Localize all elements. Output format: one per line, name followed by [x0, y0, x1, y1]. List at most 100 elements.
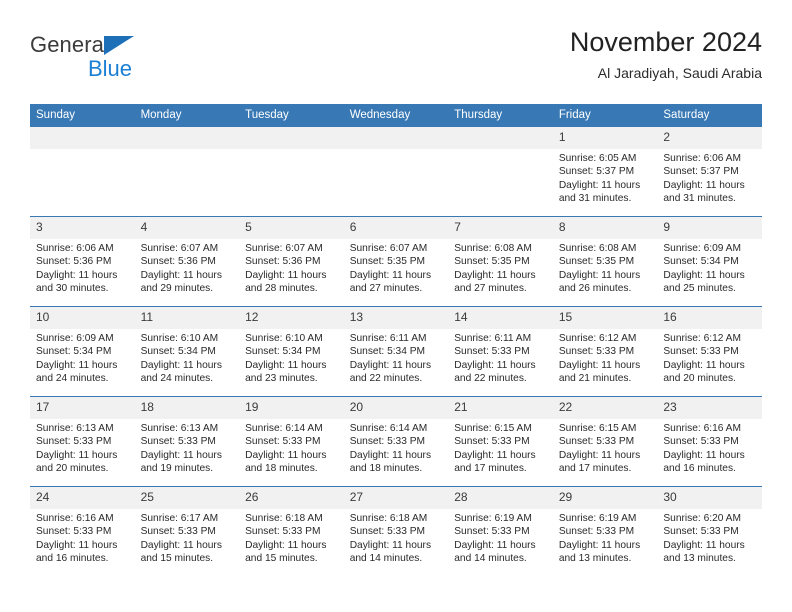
daylight-text-line2: and 30 minutes.: [36, 283, 109, 295]
day-number: 18: [134, 397, 240, 419]
calendar-body: 1 Sunrise: 6:05 AM Sunset: 5:37 PM Daylight…: [30, 127, 762, 576]
sunrise-text: Sunrise: 6:06 AM: [663, 153, 741, 164]
calendar-day-cell[interactable]: 21 Sunrise: 6:15 AM Sunset: 5:33 PM Dayligh…: [448, 396, 553, 487]
daylight-text-line1: Daylight: 11 hours: [349, 359, 432, 371]
sunrise-text: Sunrise: 6:05 AM: [558, 153, 637, 164]
calendar-day-cell[interactable]: 2 Sunrise: 6:06 AM Sunset: 5:37 PM Daylight…: [657, 127, 762, 217]
daylight-text-line2: and 24 minutes.: [140, 373, 214, 385]
day-number: 25: [134, 487, 240, 509]
weekday-header-saturday: Saturday: [657, 104, 762, 127]
sunset-text: Sunset: 5:36 PM: [245, 256, 321, 268]
daylight-text-line2: and 19 minutes.: [140, 463, 214, 475]
sunrise-text: Sunrise: 6:10 AM: [245, 333, 323, 344]
calendar-day-cell[interactable]: 6 Sunrise: 6:07 AM Sunset: 5:35 PM Daylight…: [343, 216, 449, 307]
calendar-day-cell[interactable]: 9 Sunrise: 6:09 AM Sunset: 5:34 PM Daylight…: [657, 216, 762, 307]
day-number: 22: [552, 397, 658, 419]
day-details: Sunrise: 6:11 AM Sunset: 5:34 PM Daylight:…: [344, 329, 449, 386]
day-details: Sunrise: 6:05 AM Sunset: 5:37 PM Daylight:…: [553, 149, 658, 206]
day-number: 8: [552, 217, 658, 239]
daylight-text-line1: Daylight: 11 hours: [663, 269, 745, 281]
day-details: Sunrise: 6:19 AM Sunset: 5:33 PM Daylight:…: [448, 509, 553, 566]
sunset-text: Sunset: 5:33 PM: [454, 436, 530, 448]
calendar-day-cell-empty: [30, 127, 135, 217]
day-number: 26: [239, 487, 344, 509]
calendar-day-cell[interactable]: 12 Sunrise: 6:10 AM Sunset: 5:34 PM Dayligh…: [239, 306, 344, 397]
calendar-day-cell[interactable]: 1 Sunrise: 6:05 AM Sunset: 5:37 PM Daylight…: [552, 127, 658, 217]
daylight-text-line2: and 20 minutes.: [36, 463, 109, 475]
daylight-text-line1: Daylight: 11 hours: [349, 539, 432, 551]
calendar-day-cell[interactable]: 7 Sunrise: 6:08 AM Sunset: 5:35 PM Daylight…: [448, 216, 553, 307]
calendar-day-cell[interactable]: 24 Sunrise: 6:16 AM Sunset: 5:33 PM Dayligh…: [30, 486, 135, 576]
day-details: Sunrise: 6:08 AM Sunset: 5:35 PM Daylight:…: [553, 239, 658, 296]
calendar-day-cell[interactable]: 3 Sunrise: 6:06 AM Sunset: 5:36 PM Daylight…: [30, 216, 135, 307]
logo-text-general: General: [30, 32, 250, 58]
calendar-week-row: 10 Sunrise: 6:09 AM Sunset: 5:34 PM Dayligh…: [30, 306, 762, 397]
calendar-day-cell[interactable]: 4 Sunrise: 6:07 AM Sunset: 5:36 PM Daylight…: [134, 216, 240, 307]
calendar-day-cell[interactable]: 16 Sunrise: 6:12 AM Sunset: 5:33 PM Dayligh…: [657, 306, 762, 397]
calendar-week-row: 17 Sunrise: 6:13 AM Sunset: 5:33 PM Dayligh…: [30, 396, 762, 487]
sunset-text: Sunset: 5:37 PM: [663, 166, 739, 178]
calendar-day-cell[interactable]: 14 Sunrise: 6:11 AM Sunset: 5:33 PM Dayligh…: [448, 306, 553, 397]
day-number: [448, 127, 553, 149]
sunrise-text: Sunrise: 6:08 AM: [558, 243, 637, 254]
calendar-day-cell[interactable]: 17 Sunrise: 6:13 AM Sunset: 5:33 PM Dayligh…: [30, 396, 135, 487]
day-number: 23: [657, 397, 762, 419]
daylight-text-line2: and 22 minutes.: [454, 373, 527, 385]
sunset-text: Sunset: 5:36 PM: [36, 256, 112, 268]
day-details: Sunrise: 6:07 AM Sunset: 5:35 PM Daylight:…: [344, 239, 449, 296]
day-details: Sunrise: 6:13 AM Sunset: 5:33 PM Daylight:…: [30, 419, 135, 476]
day-number: 24: [30, 487, 135, 509]
calendar-day-cell[interactable]: 19 Sunrise: 6:14 AM Sunset: 5:33 PM Dayligh…: [239, 396, 344, 487]
day-number: [343, 127, 449, 149]
sunset-text: Sunset: 5:34 PM: [245, 346, 321, 358]
calendar-day-cell[interactable]: 11 Sunrise: 6:10 AM Sunset: 5:34 PM Dayligh…: [134, 306, 240, 397]
calendar-day-cell-empty: [448, 127, 553, 217]
day-number: 1: [552, 127, 658, 149]
day-details: Sunrise: 6:19 AM Sunset: 5:33 PM Daylight:…: [553, 509, 658, 566]
triangle-icon: [104, 36, 134, 55]
calendar-day-cell[interactable]: 13 Sunrise: 6:11 AM Sunset: 5:34 PM Dayligh…: [343, 306, 449, 397]
general-blue-logo[interactable]: General Blue: [30, 32, 250, 82]
day-number: 29: [552, 487, 658, 509]
sunset-text: Sunset: 5:33 PM: [140, 526, 216, 538]
sunrise-text: Sunrise: 6:18 AM: [349, 513, 428, 524]
calendar-day-cell[interactable]: 22 Sunrise: 6:15 AM Sunset: 5:33 PM Dayligh…: [552, 396, 658, 487]
day-number: [239, 127, 344, 149]
calendar-day-cell[interactable]: 8 Sunrise: 6:08 AM Sunset: 5:35 PM Daylight…: [552, 216, 658, 307]
day-number: 28: [448, 487, 553, 509]
daylight-text-line2: and 24 minutes.: [36, 373, 109, 385]
calendar-day-cell[interactable]: 26 Sunrise: 6:18 AM Sunset: 5:33 PM Dayligh…: [239, 486, 344, 576]
day-number: 6: [343, 217, 449, 239]
sunset-text: Sunset: 5:33 PM: [36, 526, 112, 538]
calendar-day-cell[interactable]: 15 Sunrise: 6:12 AM Sunset: 5:33 PM Dayligh…: [552, 306, 658, 397]
daylight-text-line2: and 25 minutes.: [663, 283, 736, 295]
daylight-text-line1: Daylight: 11 hours: [663, 179, 745, 191]
calendar-day-cell[interactable]: 23 Sunrise: 6:16 AM Sunset: 5:33 PM Dayligh…: [657, 396, 762, 487]
calendar-day-cell[interactable]: 5 Sunrise: 6:07 AM Sunset: 5:36 PM Daylight…: [239, 216, 344, 307]
calendar-day-cell[interactable]: 29 Sunrise: 6:19 AM Sunset: 5:33 PM Dayligh…: [552, 486, 658, 576]
calendar-day-cell[interactable]: 28 Sunrise: 6:19 AM Sunset: 5:33 PM Dayligh…: [448, 486, 553, 576]
day-details: Sunrise: 6:13 AM Sunset: 5:33 PM Daylight:…: [135, 419, 240, 476]
sunrise-text: Sunrise: 6:13 AM: [140, 423, 219, 434]
calendar-day-cell[interactable]: 10 Sunrise: 6:09 AM Sunset: 5:34 PM Dayligh…: [30, 306, 135, 397]
calendar-day-cell[interactable]: 20 Sunrise: 6:14 AM Sunset: 5:33 PM Dayligh…: [343, 396, 449, 487]
sunrise-text: Sunrise: 6:19 AM: [558, 513, 637, 524]
weekday-header-friday: Friday: [552, 104, 658, 127]
day-details: Sunrise: 6:14 AM Sunset: 5:33 PM Daylight:…: [344, 419, 449, 476]
sunset-text: Sunset: 5:35 PM: [454, 256, 530, 268]
calendar-day-cell[interactable]: 30 Sunrise: 6:20 AM Sunset: 5:33 PM Dayligh…: [657, 486, 762, 576]
calendar-day-cell-empty: [239, 127, 344, 217]
daylight-text-line1: Daylight: 11 hours: [558, 269, 641, 281]
day-number: 15: [552, 307, 658, 329]
calendar-day-cell[interactable]: 27 Sunrise: 6:18 AM Sunset: 5:33 PM Dayligh…: [343, 486, 449, 576]
daylight-text-line2: and 15 minutes.: [140, 553, 214, 565]
daylight-text-line2: and 21 minutes.: [558, 373, 632, 385]
calendar-day-cell[interactable]: 25 Sunrise: 6:17 AM Sunset: 5:33 PM Dayligh…: [134, 486, 240, 576]
sunrise-text: Sunrise: 6:15 AM: [454, 423, 532, 434]
sunset-text: Sunset: 5:33 PM: [36, 436, 112, 448]
sunrise-text: Sunrise: 6:07 AM: [349, 243, 428, 254]
calendar-day-cell[interactable]: 18 Sunrise: 6:13 AM Sunset: 5:33 PM Dayligh…: [134, 396, 240, 487]
logo-word-general: General: [30, 32, 109, 57]
calendar-grid: Sunday Monday Tuesday Wednesday Thursday…: [30, 104, 762, 576]
day-details: Sunrise: 6:14 AM Sunset: 5:33 PM Daylight:…: [239, 419, 344, 476]
